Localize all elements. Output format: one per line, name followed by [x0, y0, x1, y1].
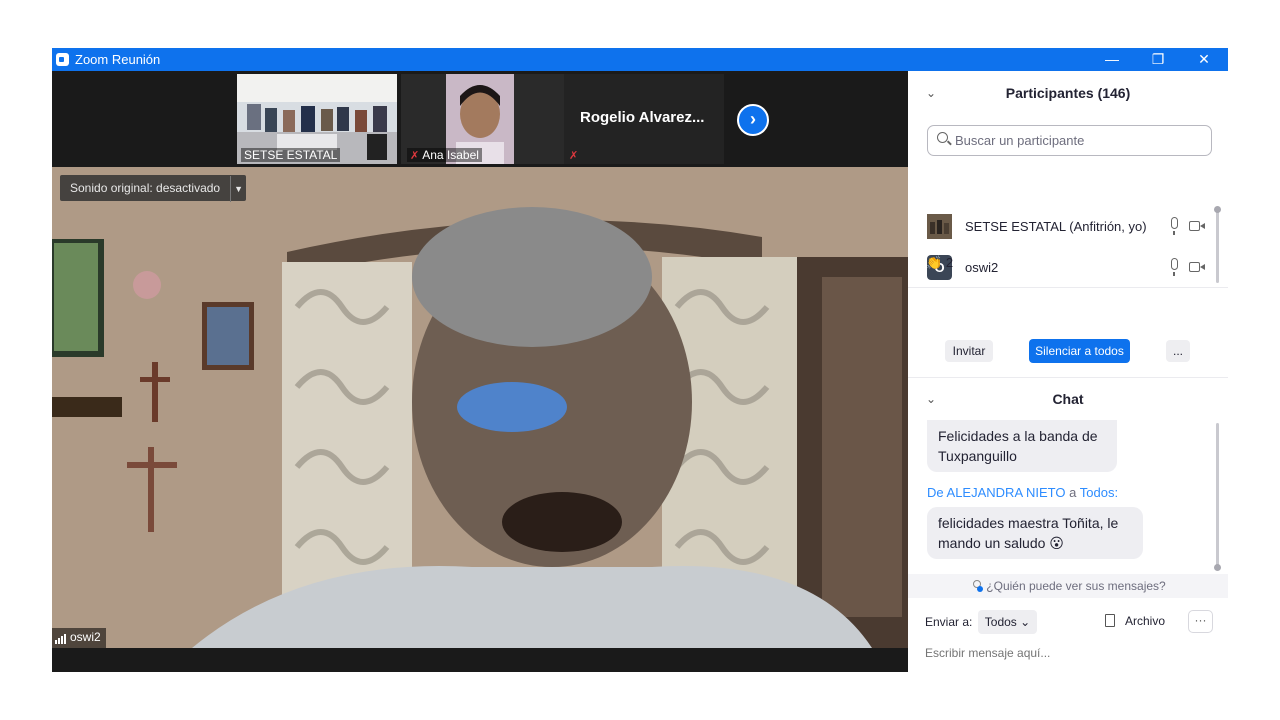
reaction-number: 2	[945, 255, 954, 270]
scrollbar-handle[interactable]	[1214, 564, 1221, 571]
participants-scrollbar[interactable]	[1216, 208, 1219, 283]
chat-message: Felicidades a la banda de Tuxpanguillo	[927, 420, 1117, 472]
file-button[interactable]: Archivo	[1105, 614, 1165, 628]
participants-header: ⌄ Participantes (146)	[908, 72, 1228, 114]
zoom-app-icon	[56, 53, 69, 66]
send-to-label: Enviar a:	[925, 615, 973, 629]
participant-search-input[interactable]: Buscar un participante	[927, 125, 1212, 156]
reaction-count: 👏 2	[926, 255, 953, 271]
chat-scrollbar[interactable]	[1216, 423, 1219, 567]
close-button[interactable]: ✕	[1181, 48, 1227, 71]
send-to-value: Todos	[984, 615, 1017, 629]
original-sound-label: Sonido original: desactivado	[70, 181, 221, 195]
mute-all-button[interactable]: Silenciar a todos	[1029, 339, 1130, 363]
participant-row[interactable]: SETSE ESTATAL (Anfitrión, yo)	[927, 212, 1217, 242]
minimize-button[interactable]: —	[1089, 48, 1135, 71]
sender-prefix: De	[927, 485, 944, 500]
window-title: Zoom Reunión	[75, 52, 161, 67]
collapse-chat-icon[interactable]: ⌄	[926, 378, 936, 420]
zoom-window: Zoom Reunión — ❐ ✕ SETSE ESTATAL ✗ Ana I…	[52, 48, 1228, 672]
participants-more-button[interactable]: ...	[1166, 340, 1190, 362]
participant-name: oswi2	[965, 260, 999, 275]
speaker-video-image	[52, 167, 908, 648]
clap-icon: 👏	[926, 255, 943, 270]
chevron-down-icon: ⌄	[1020, 615, 1031, 629]
title-bar: Zoom Reunión — ❐ ✕	[52, 48, 1228, 71]
signal-strength-icon	[55, 630, 67, 644]
sender-mid: a	[1069, 485, 1077, 500]
speaker-name-label: oswi2	[52, 628, 106, 648]
invite-button[interactable]: Invitar	[945, 340, 993, 362]
thumbnail-strip: SETSE ESTATAL ✗ Ana Isabel ✗ Rogelio Alva…	[52, 71, 908, 167]
microphone-icon[interactable]	[1171, 217, 1178, 235]
scrollbar-handle[interactable]	[1214, 206, 1221, 213]
file-icon	[1105, 614, 1115, 627]
restore-button[interactable]: ❐	[1135, 48, 1181, 71]
active-speaker-video: Sonido original: desactivado ▼ oswi2	[52, 167, 908, 648]
camera-icon[interactable]	[1189, 262, 1205, 272]
chat-title: Chat	[1052, 391, 1084, 407]
chat-message-input[interactable]	[925, 642, 1215, 664]
participant-name: SETSE ESTATAL (Anfitrión, yo)	[965, 219, 1147, 234]
chat-header: ⌄ Chat	[908, 378, 1228, 420]
thumbnail-name: ✗ Ana Isabel	[407, 148, 482, 162]
collapse-participants-icon[interactable]: ⌄	[926, 72, 936, 114]
sender-name[interactable]: ALEJANDRA NIETO	[947, 485, 1066, 500]
avatar	[927, 214, 952, 239]
person-icon	[970, 580, 984, 592]
chat-message: felicidades maestra Toñita, le mando un …	[927, 507, 1143, 559]
search-icon	[937, 132, 948, 143]
thumbnail-name: Rogelio Alvarez...	[580, 109, 705, 126]
thumbnail-setse-estatal[interactable]: SETSE ESTATAL	[237, 74, 397, 164]
participant-row[interactable]: O oswi2	[927, 253, 1217, 283]
camera-icon[interactable]	[1189, 221, 1205, 231]
send-to-dropdown[interactable]: Todos ⌄	[978, 610, 1037, 634]
chat-sender-line: De ALEJANDRA NIETO a Todos:	[927, 485, 1118, 500]
participants-title: Participantes (146)	[1005, 85, 1131, 101]
who-can-see-messages-link[interactable]: ¿Quién puede ver sus mensajes?	[908, 574, 1228, 598]
divider	[908, 287, 1228, 288]
chat-more-button[interactable]: ···	[1188, 610, 1213, 633]
side-panel: ⌄ Participantes (146) Buscar un particip…	[908, 71, 1228, 672]
microphone-icon[interactable]	[1171, 258, 1178, 276]
muted-mic-icon: ✗	[569, 150, 579, 162]
video-area: SETSE ESTATAL ✗ Ana Isabel ✗ Rogelio Alva…	[52, 71, 908, 672]
sound-dropdown-arrow[interactable]: ▼	[230, 176, 246, 202]
thumbnail-ana-isabel[interactable]: ✗ Ana Isabel	[401, 74, 564, 164]
original-sound-toggle[interactable]: Sonido original: desactivado ▼	[60, 175, 247, 202]
sender-target: Todos:	[1079, 485, 1119, 500]
muted-mic-icon: ✗	[410, 150, 420, 162]
next-page-button[interactable]: ›	[737, 104, 769, 136]
search-placeholder: Buscar un participante	[955, 133, 1085, 148]
thumbnail-name: SETSE ESTATAL	[241, 148, 341, 162]
